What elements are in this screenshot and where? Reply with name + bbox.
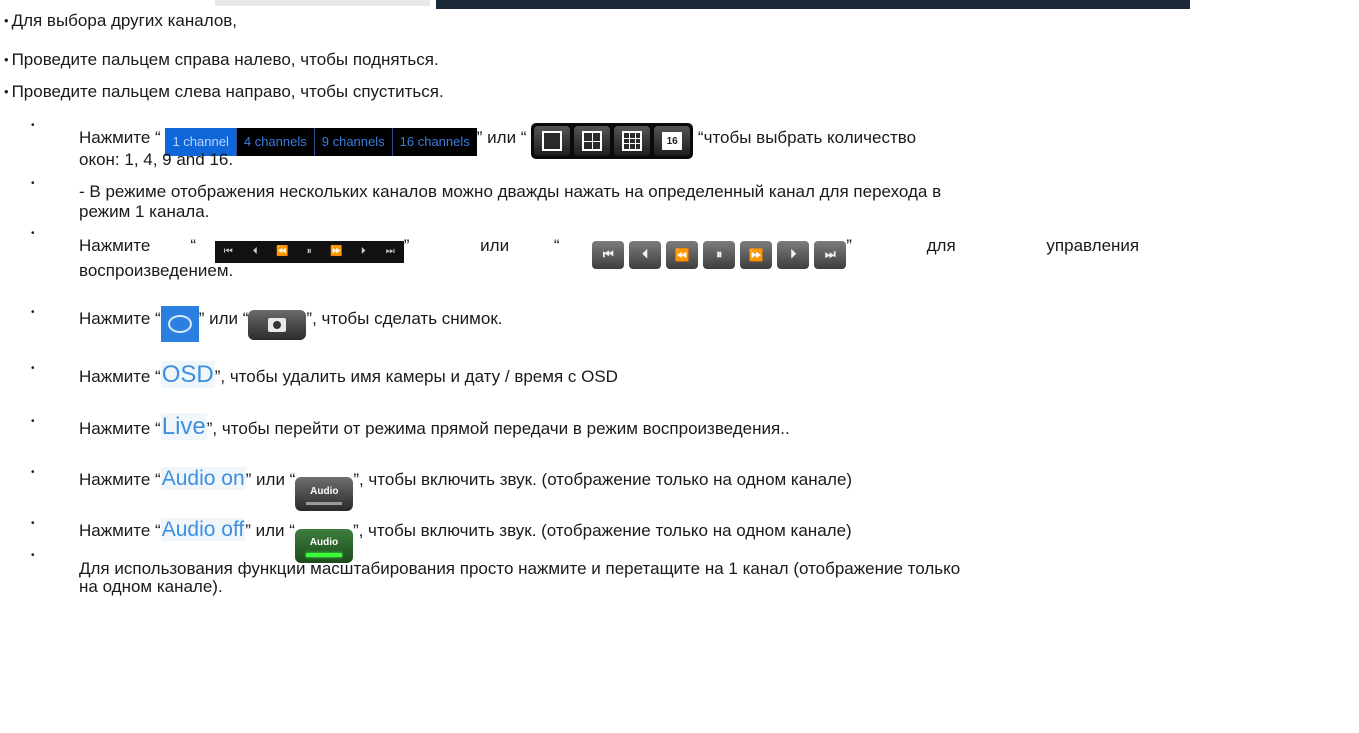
pause-icon[interactable]: ⏸ bbox=[296, 246, 323, 257]
item-bullet: • bbox=[31, 550, 35, 561]
live-button[interactable]: Live bbox=[160, 413, 207, 440]
item-bullet: • bbox=[31, 120, 35, 131]
skip-end-icon[interactable]: ⏭ bbox=[814, 240, 847, 269]
audio-off-button[interactable]: Audio off bbox=[160, 518, 246, 541]
nine-grid-icon[interactable] bbox=[614, 126, 651, 156]
playback-bar-buttons: ⏮ ⏴ ⏪ ⏸ ⏩ ⏵ ⏭ bbox=[592, 240, 847, 269]
item-bullet: • bbox=[31, 467, 35, 478]
tab-9-channels[interactable]: 9 channels bbox=[315, 128, 393, 156]
item-audio-off: Нажмите “Audio off” или “Audio”, чтобы в… bbox=[79, 518, 852, 563]
item-bullet: • bbox=[31, 178, 35, 189]
bullet: • bbox=[4, 52, 9, 67]
audio-on-button[interactable]: Audio on bbox=[160, 467, 246, 490]
intro-line-1: • Для выбора других каналов, bbox=[4, 11, 237, 31]
step-forward-icon[interactable]: ⏵ bbox=[777, 240, 810, 269]
item-zoom-line-2: на одном канале). bbox=[79, 577, 223, 596]
camera-dark-icon[interactable] bbox=[248, 310, 307, 340]
rewind-icon[interactable]: ⏪ bbox=[269, 246, 296, 257]
top-image-fragment-left bbox=[215, 0, 430, 6]
intro-line-2: • Проведите пальцем справа налево, чтобы … bbox=[4, 50, 439, 70]
intro-text: Проведите пальцем слева направо, чтобы с… bbox=[11, 82, 444, 101]
intro-text: Проведите пальцем справа налево, чтобы п… bbox=[11, 50, 439, 69]
item-bullet: • bbox=[31, 416, 35, 427]
intro-text: Для выбора других каналов, bbox=[11, 11, 238, 30]
item-audio-on: Нажмите “Audio on” или “Audio”, чтобы вк… bbox=[79, 467, 852, 511]
item-bullet: • bbox=[31, 307, 35, 318]
step-back-icon[interactable]: ⏴ bbox=[629, 240, 662, 269]
audio-off-state-icon[interactable]: Audio bbox=[295, 477, 354, 511]
skip-start-icon[interactable]: ⏮ bbox=[592, 240, 625, 269]
item-bullet: • bbox=[31, 518, 35, 529]
fast-forward-icon[interactable]: ⏩ bbox=[740, 240, 773, 269]
rewind-icon[interactable]: ⏪ bbox=[666, 240, 699, 269]
item-osd: Нажмите “OSD”, чтобы удалить имя камеры … bbox=[79, 361, 618, 388]
fast-forward-icon[interactable]: ⏩ bbox=[323, 246, 350, 257]
tab-4-channels[interactable]: 4 channels bbox=[237, 128, 315, 156]
item-zoom-line-1: Для использования функции масштабировани… bbox=[79, 559, 961, 578]
quad-grid-icon[interactable] bbox=[574, 126, 611, 156]
item-multi-line-1: - В режиме отображения нескольких канало… bbox=[79, 182, 942, 201]
sixteen-window-icon[interactable]: 16 bbox=[654, 126, 691, 156]
step-forward-icon[interactable]: ⏵ bbox=[350, 246, 377, 257]
item-playback: Нажмите “ ⏮ ⏴ ⏪ ⏸ ⏩ ⏵ ⏭ ” или “ ⏮ ⏴ ⏪ ⏸ ⏩… bbox=[79, 236, 1139, 269]
item-multi-line-2: режим 1 канала. bbox=[79, 202, 210, 221]
bullet: • bbox=[4, 84, 9, 99]
single-window-icon[interactable] bbox=[534, 126, 571, 156]
window-count-buttons: 16 bbox=[531, 123, 694, 159]
item-playback-cont: воспроизведением. bbox=[79, 261, 234, 280]
skip-start-icon[interactable]: ⏮ bbox=[215, 246, 242, 257]
playback-bar-flat: ⏮ ⏴ ⏪ ⏸ ⏩ ⏵ ⏭ bbox=[214, 240, 404, 263]
item-live: Нажмите “Live”, чтобы перейти от режима … bbox=[79, 413, 790, 440]
osd-button[interactable]: OSD bbox=[160, 361, 215, 388]
item-windows-cont: окон: 1, 4, 9 and 16. bbox=[79, 150, 234, 169]
intro-line-3: • Проведите пальцем слева направо, чтобы … bbox=[4, 82, 444, 102]
camera-blue-icon[interactable] bbox=[160, 306, 199, 342]
item-bullet: • bbox=[31, 363, 35, 374]
bullet: • bbox=[4, 13, 9, 28]
step-back-icon[interactable]: ⏴ bbox=[242, 246, 269, 257]
audio-on-state-icon[interactable]: Audio bbox=[294, 528, 353, 563]
item-snapshot: Нажмите “” или “”, чтобы сделать снимок. bbox=[79, 306, 502, 342]
item-bullet: • bbox=[31, 228, 35, 239]
pause-icon[interactable]: ⏸ bbox=[703, 240, 736, 269]
top-image-fragment-right bbox=[436, 0, 1190, 9]
skip-end-icon[interactable]: ⏭ bbox=[377, 246, 404, 257]
tab-16-channels[interactable]: 16 channels bbox=[393, 128, 477, 156]
